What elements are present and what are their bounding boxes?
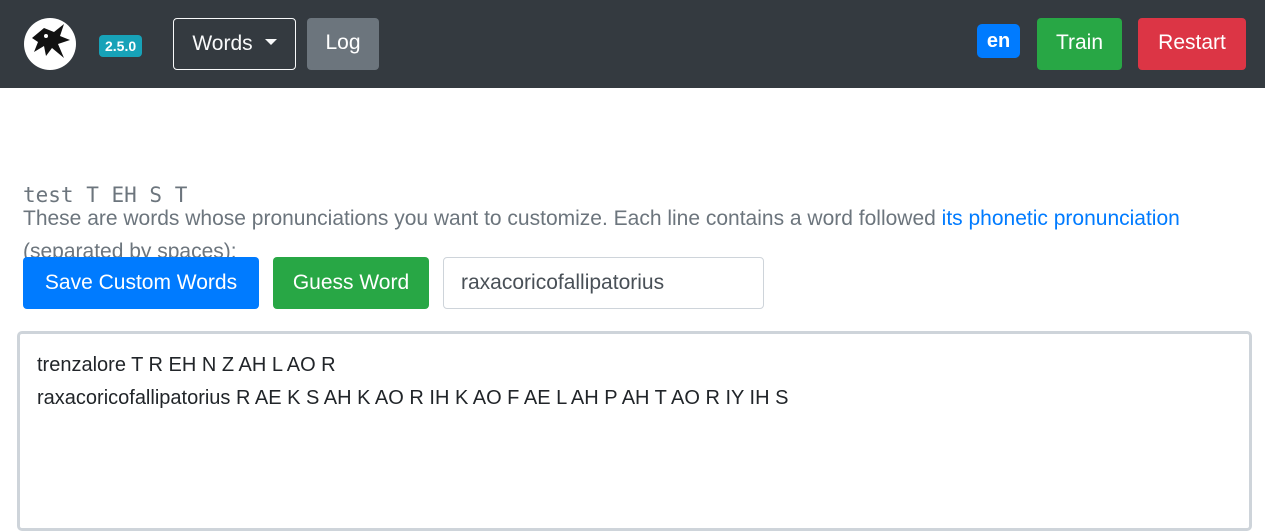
version-badge: 2.5.0 — [99, 35, 143, 57]
words-dropdown-button[interactable]: Words — [173, 18, 296, 70]
guess-word-button[interactable]: Guess Word — [273, 257, 429, 309]
example-pronunciation: test T EH S T — [23, 183, 188, 207]
restart-button[interactable]: Restart — [1138, 18, 1246, 70]
train-button[interactable]: Train — [1037, 18, 1122, 70]
caret-down-icon — [264, 39, 277, 46]
words-label: Words — [192, 32, 253, 55]
phonetic-pronunciation-link[interactable]: its phonetic pronunciation — [942, 207, 1180, 230]
raven-logo-icon[interactable] — [24, 18, 76, 70]
language-badge[interactable]: en — [977, 24, 1020, 58]
description-before: These are words whose pronunciations you… — [23, 207, 942, 230]
custom-words-textarea[interactable]: trenzalore T R EH N Z AH L AO R raxacori… — [17, 331, 1252, 531]
save-custom-words-button[interactable]: Save Custom Words — [23, 257, 259, 309]
guess-word-input[interactable] — [443, 257, 764, 309]
custom-word-line: trenzalore T R EH N Z AH L AO R — [37, 354, 336, 376]
navbar: 2.5.0 Words Log en Train Restart — [0, 0, 1265, 88]
log-button[interactable]: Log — [307, 18, 379, 70]
custom-word-line: raxacoricofallipatorius R AE K S AH K AO… — [37, 387, 789, 409]
